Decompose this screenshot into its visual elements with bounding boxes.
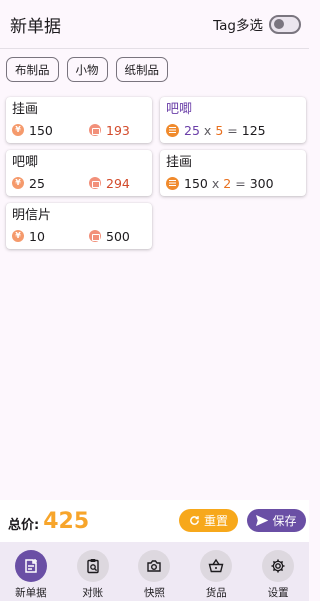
price-icon: ¥ (12, 124, 24, 136)
chip-cloth[interactable]: 布制品 (6, 57, 59, 82)
nav-settings[interactable]: 设置 (248, 542, 308, 601)
product-name: 吧唧 (12, 155, 39, 170)
unit-price[interactable]: 25 (184, 123, 200, 138)
stock-icon (89, 124, 101, 136)
reset-label: 重置 (203, 514, 228, 528)
nav-label: 快照 (143, 587, 165, 599)
equals-sign: = (227, 122, 238, 138)
refresh-icon (190, 516, 199, 525)
product-price: 25 (29, 175, 45, 191)
tag-multi-select-toggle[interactable] (269, 14, 301, 34)
product-card[interactable]: 明信片 ¥ 10 500 (6, 203, 152, 249)
selected-item-card[interactable]: 吧唧 25 x 5 = 125 (160, 97, 306, 143)
reset-button[interactable]: 重置 (179, 509, 238, 532)
product-name: 挂画 (12, 102, 39, 117)
app-header: 新单据 Tag多选 (0, 0, 309, 48)
nav-goods[interactable]: 货品 (186, 542, 246, 601)
camera-icon (138, 550, 171, 582)
stock-icon (89, 177, 101, 189)
total-bar: 总价: 425 重置 保存 (0, 500, 309, 542)
selected-item-name: 挂画 (166, 155, 193, 170)
line-total: 125 (241, 122, 266, 138)
product-price: 150 (29, 122, 53, 138)
gear-icon (262, 550, 295, 582)
total-label: 总价: (8, 518, 40, 533)
nav-reconcile[interactable]: 对账 (63, 542, 123, 601)
stock-icon (89, 230, 101, 242)
multiply-sign: x (211, 175, 220, 191)
nav-snapshot[interactable]: 快照 (124, 542, 184, 601)
product-stock: 193 (106, 122, 130, 138)
product-name: 明信片 (12, 208, 52, 223)
send-icon (256, 515, 269, 526)
bottom-navigation: 新单据 对账 快照 货品 设置 (0, 542, 309, 601)
item-formula: 150 x 2 = 300 (184, 176, 274, 191)
page-title: 新单据 (10, 16, 61, 37)
nav-new-note[interactable]: 新单据 (1, 542, 61, 601)
line-total: 300 (249, 175, 274, 191)
total-value: 425 (43, 508, 90, 534)
item-quantity[interactable]: 5 (215, 123, 223, 138)
toggle-knob (274, 19, 284, 29)
header-divider (0, 48, 309, 49)
chip-paper[interactable]: 纸制品 (115, 57, 168, 82)
new-note-icon (14, 550, 47, 582)
basket-icon (200, 550, 233, 582)
item-quantity[interactable]: 2 (223, 176, 231, 191)
selected-item-card[interactable]: 挂画 150 x 2 = 300 (160, 150, 306, 196)
price-icon: ¥ (12, 177, 24, 189)
product-card[interactable]: 吧唧 ¥ 25 294 (6, 150, 152, 196)
product-stock: 294 (106, 175, 130, 191)
price-icon: ¥ (12, 230, 24, 242)
unit-price[interactable]: 150 (184, 176, 208, 191)
save-button[interactable]: 保存 (247, 509, 306, 532)
nav-label: 设置 (267, 587, 289, 599)
multiply-sign: x (203, 122, 212, 138)
product-stock: 500 (106, 228, 130, 244)
selected-item-name: 吧唧 (166, 102, 193, 117)
save-label: 保存 (272, 514, 297, 528)
product-card[interactable]: 挂画 ¥ 150 193 (6, 97, 152, 143)
tag-multi-select-label: Tag多选 (213, 18, 263, 34)
product-price: 10 (29, 228, 45, 244)
item-formula: 25 x 5 = 125 (184, 123, 266, 138)
clipboard-search-icon (76, 550, 109, 582)
tag-multi-select: Tag多选 (213, 14, 301, 34)
chip-small-items[interactable]: 小物 (66, 57, 108, 82)
tag-chips: 布制品 小物 纸制品 (6, 57, 168, 82)
nav-label: 货品 (205, 587, 227, 599)
item-stack-icon (166, 123, 179, 137)
nav-label: 对账 (82, 587, 104, 599)
nav-label: 新单据 (15, 587, 47, 599)
equals-sign: = (235, 175, 246, 191)
item-stack-icon (166, 176, 179, 190)
